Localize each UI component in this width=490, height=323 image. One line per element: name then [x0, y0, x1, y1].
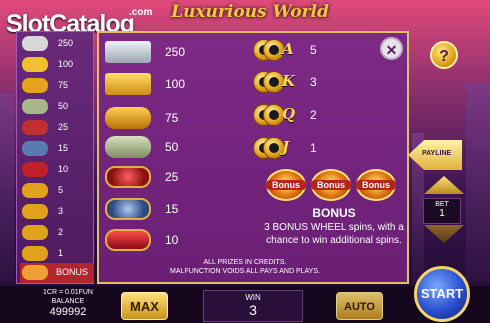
- pay-value: 25: [165, 170, 179, 184]
- balance-label: BALANCE: [51, 298, 85, 305]
- watch-icon: [22, 141, 48, 156]
- bonus-title: BONUS: [312, 206, 356, 220]
- mini-pay-row-bonus: BONUS: [20, 263, 94, 283]
- mini-pay-row: 10: [20, 160, 94, 180]
- fine-print-line: MALFUNCTION VOIDS ALL PAYS AND PLAYS.: [170, 268, 320, 275]
- bet-decrease-button[interactable]: [424, 225, 464, 243]
- bonus-wheel-icon: [22, 265, 48, 280]
- red-shoes-icon: [105, 229, 151, 251]
- sports-car-icon: [22, 57, 48, 72]
- win-display: WIN 3: [203, 290, 303, 322]
- mini-pay-value: 50: [58, 101, 69, 111]
- pay-value: 1: [310, 141, 317, 155]
- skyline-building: [0, 93, 14, 283]
- mini-pay-row: 75: [20, 76, 94, 96]
- mini-paytable: 250 100 75 50 25 15 10 5 3 2 1 BONUS: [16, 31, 94, 284]
- mansion-icon: [105, 41, 151, 63]
- fine-print: ALL PRIZES IN CREDITS. MALFUNCTION VOIDS…: [120, 258, 370, 276]
- red-shoes-icon: [22, 162, 48, 177]
- ruby-rings-icon: [105, 166, 151, 188]
- mini-pay-value: 250: [58, 38, 74, 48]
- bonus-badge-label: Bonus: [311, 180, 351, 190]
- pay-value: 250: [165, 45, 186, 59]
- chip-letter: K: [282, 72, 296, 90]
- pay-value: 50: [165, 140, 179, 154]
- mini-pay-row: 100: [20, 55, 94, 75]
- skyline-building: [466, 83, 490, 283]
- chip-j-icon: J: [253, 137, 297, 159]
- pay-value: 3: [310, 75, 317, 89]
- mini-pay-value: 5: [58, 185, 64, 195]
- chip-letter: J: [282, 138, 290, 156]
- win-label: WIN: [245, 293, 261, 302]
- bet-value: 1: [439, 208, 445, 219]
- bet-display: BET 1: [423, 198, 461, 224]
- cash-stack-icon: [22, 99, 48, 114]
- payline-indicator: PAYLINE: [408, 140, 462, 170]
- mini-pay-row: 2: [20, 223, 94, 243]
- game-title: Luxurious World: [171, 2, 329, 22]
- gold-bars-icon: [22, 78, 48, 93]
- chip-q-icon: [22, 225, 48, 240]
- sports-car-icon: [105, 73, 151, 95]
- mini-pay-value: 100: [58, 59, 74, 69]
- pay-value: 75: [165, 111, 179, 125]
- mini-pay-value: 15: [58, 143, 69, 153]
- mini-pay-value: BONUS: [56, 267, 89, 277]
- watch-icon: [105, 198, 151, 220]
- pay-value: 2: [310, 108, 317, 122]
- chip-a-icon: [22, 183, 48, 198]
- chip-j-icon: [22, 246, 48, 261]
- bonus-wheel-icon: Bonus: [311, 169, 351, 201]
- chip-letter: Q: [282, 105, 296, 123]
- game-screen: SlotCatalog .com Luxurious World 250 100…: [0, 0, 490, 323]
- pay-value: 15: [165, 202, 179, 216]
- chip-q-icon: Q: [253, 104, 297, 126]
- bet-increase-button[interactable]: [424, 176, 464, 194]
- mini-pay-value: 3: [58, 206, 64, 216]
- mini-pay-value: 25: [58, 122, 69, 132]
- chip-letter: A: [282, 40, 294, 58]
- mini-pay-value: 75: [58, 80, 69, 90]
- ruby-rings-icon: [22, 120, 48, 135]
- pay-value: 100: [165, 77, 186, 91]
- max-bet-button[interactable]: MAX: [121, 292, 168, 320]
- bonus-badge-label: Bonus: [266, 180, 306, 190]
- mini-pay-value: 1: [58, 248, 64, 258]
- help-button[interactable]: ?: [430, 41, 458, 69]
- chip-k-icon: K: [253, 71, 297, 93]
- start-button[interactable]: START: [414, 266, 470, 322]
- mini-pay-row: 50: [20, 97, 94, 117]
- mini-pay-row: 3: [20, 202, 94, 222]
- pay-value: 5: [310, 43, 317, 57]
- bet-label: BET: [435, 201, 449, 208]
- cash-stack-icon: [105, 136, 151, 158]
- chip-a-icon: A: [253, 39, 297, 61]
- mini-pay-row: 5: [20, 181, 94, 201]
- chip-k-icon: [22, 204, 48, 219]
- paytable-panel: ✕ 250 100 75 50 25 15 10 A 5 K 3 Q 2 J 1…: [97, 31, 409, 284]
- win-value: 3: [249, 302, 257, 318]
- mini-pay-row: 15: [20, 139, 94, 159]
- bonus-badge-label: Bonus: [356, 180, 396, 190]
- gold-bars-icon: [105, 107, 151, 129]
- bonus-wheel-icon: Bonus: [356, 169, 396, 201]
- bonus-description: 3 BONUS WHEEL spins, with a chance to wi…: [264, 222, 404, 246]
- close-button[interactable]: ✕: [380, 37, 403, 60]
- denomination-text: 1CR = 0.01FUN: [43, 289, 93, 296]
- pay-value: 10: [165, 233, 179, 247]
- autoplay-button[interactable]: AUTO: [336, 292, 383, 320]
- bonus-wheel-icon: Bonus: [266, 169, 306, 201]
- mini-pay-value: 2: [58, 227, 64, 237]
- mini-pay-row: 250: [20, 34, 94, 54]
- logo-suffix: .com: [129, 7, 153, 18]
- mini-pay-row: 25: [20, 118, 94, 138]
- payline-label: PAYLINE: [422, 150, 452, 157]
- mansion-icon: [22, 36, 48, 51]
- mini-pay-value: 10: [58, 164, 69, 174]
- balance-value: 499992: [49, 306, 87, 318]
- fine-print-line: ALL PRIZES IN CREDITS.: [203, 259, 287, 266]
- mini-pay-row: 1: [20, 244, 94, 264]
